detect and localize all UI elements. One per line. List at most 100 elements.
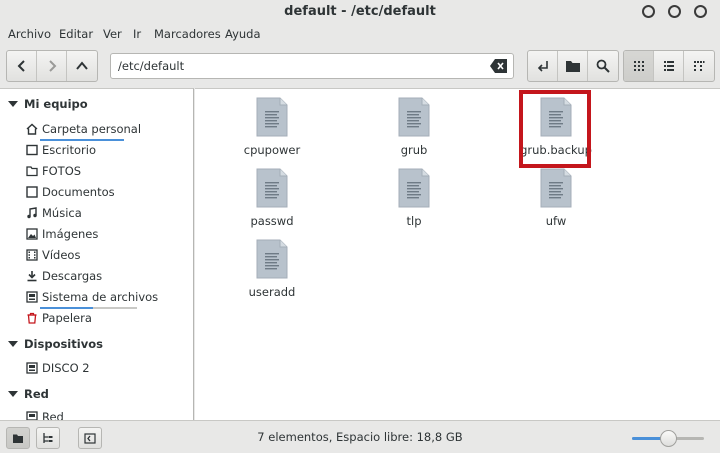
expand-arrow-icon — [8, 101, 18, 107]
sidebar-item-label: Papelera — [42, 311, 92, 325]
zoom-slider[interactable] — [632, 430, 704, 447]
drive-icon — [26, 362, 38, 374]
expand-arrow-icon — [8, 391, 18, 397]
sidebar-item-descargas[interactable]: Descargas — [26, 267, 102, 285]
icon-view-button[interactable] — [624, 51, 654, 81]
file-item[interactable]: useradd — [229, 231, 315, 301]
sidebar-item-label: Descargas — [42, 269, 103, 283]
search-button[interactable] — [588, 51, 618, 81]
compact-view-button[interactable] — [684, 51, 714, 81]
sidebar-item-videos[interactable]: Vídeos — [26, 246, 80, 264]
file-item[interactable]: tlp — [371, 160, 457, 230]
location-path: /etc/default — [118, 59, 185, 73]
chevron-up-icon — [76, 61, 88, 70]
back-button[interactable] — [7, 51, 37, 81]
file-name: tlp — [406, 214, 422, 228]
sidebar-item-documentos[interactable]: Documentos — [26, 183, 115, 201]
clear-icon[interactable] — [490, 58, 508, 74]
open-folder-button[interactable] — [558, 51, 588, 81]
chevron-right-icon — [48, 60, 56, 72]
file-view: cpupower grub grub.backup passwd tlp ufw usera… — [195, 88, 720, 420]
compact-view-icon — [694, 61, 705, 71]
text-file-icon — [256, 239, 288, 279]
menu-bar: Archivo Editar Ver Ir Marcadores Ayuda — [0, 24, 720, 46]
home-icon — [26, 123, 38, 135]
sidebar-item-label: Red — [42, 410, 64, 420]
menu-editar[interactable]: Editar — [59, 27, 93, 41]
sidebar-item-label: Documentos — [42, 185, 115, 199]
window-title: default - /etc/default — [284, 4, 436, 19]
menu-archivo[interactable]: Archivo — [8, 27, 51, 41]
sidebar-item-label: Carpeta personal — [42, 122, 142, 136]
sidebar-item-sistema-de-archivos[interactable]: Sistema de archivos — [26, 288, 158, 306]
toolbar: /etc/default — [0, 46, 720, 88]
file-item[interactable]: cpupower — [229, 89, 315, 159]
menu-ayuda[interactable]: Ayuda — [225, 27, 261, 41]
list-view-button[interactable] — [654, 51, 684, 81]
documents-icon — [26, 186, 38, 198]
file-name: cpupower — [243, 143, 301, 157]
text-file-icon — [540, 168, 572, 208]
list-view-icon — [663, 61, 674, 71]
file-item[interactable]: passwd — [229, 160, 315, 230]
section-title: Red — [24, 387, 49, 401]
filesystem-icon — [26, 291, 38, 303]
file-name: passwd — [250, 214, 294, 228]
tools-buttons — [527, 50, 619, 82]
file-name: useradd — [248, 285, 296, 299]
location-bar[interactable]: /etc/default — [110, 53, 514, 79]
forward-button[interactable] — [37, 51, 67, 81]
section-dispositivos[interactable]: Dispositivos — [8, 337, 103, 351]
sidebar-item-fotos[interactable]: FOTOS — [26, 162, 81, 180]
toggle-location-button[interactable] — [528, 51, 558, 81]
sidebar-item-carpeta-personal[interactable]: Carpeta personal — [26, 120, 141, 138]
sidebar-item-escritorio[interactable]: Escritorio — [26, 141, 96, 159]
file-name: grub — [400, 143, 428, 157]
trash-icon — [26, 312, 38, 324]
menu-ver[interactable]: Ver — [103, 27, 122, 41]
file-name: ufw — [545, 214, 567, 228]
file-item[interactable]: ufw — [513, 160, 599, 230]
status-bar: 7 elementos, Espacio libre: 18,8 GB — [0, 420, 720, 453]
expand-arrow-icon — [8, 341, 18, 347]
sidebar-item-label: Escritorio — [42, 143, 97, 157]
sidebar-item-imagenes[interactable]: Imágenes — [26, 225, 98, 243]
sidebar-item-label: Sistema de archivos — [42, 290, 159, 304]
downloads-icon — [26, 270, 38, 282]
text-file-icon — [256, 97, 288, 137]
search-icon — [596, 59, 610, 73]
chevron-left-icon — [17, 60, 25, 72]
videos-icon — [26, 249, 38, 261]
close-button[interactable] — [694, 5, 707, 18]
text-file-icon — [398, 97, 430, 137]
status-text: 7 elementos, Espacio libre: 18,8 GB — [257, 430, 463, 444]
menu-ir[interactable]: Ir — [133, 27, 141, 41]
sidebar-item-papelera[interactable]: Papelera — [26, 309, 92, 327]
sidebar-item-label: Imágenes — [42, 227, 99, 241]
sidebar-item-musica[interactable]: Música — [26, 204, 82, 222]
sidebar-item-disco-2[interactable]: DISCO 2 — [26, 359, 90, 377]
text-file-icon — [398, 168, 430, 208]
sidebar-item-label: Música — [42, 206, 82, 220]
section-title: Mi equipo — [24, 97, 88, 111]
pictures-icon — [26, 228, 38, 240]
section-mi-equipo[interactable]: Mi equipo — [8, 97, 88, 111]
up-button[interactable] — [67, 51, 97, 81]
sidebar-item-label: FOTOS — [42, 164, 82, 178]
sidebar-item-red[interactable]: Red — [26, 408, 64, 420]
folder-icon — [26, 165, 38, 177]
maximize-button[interactable] — [668, 5, 681, 18]
sidebar-item-label: Vídeos — [42, 248, 81, 262]
highlight-box — [519, 90, 591, 168]
section-title: Dispositivos — [24, 337, 103, 351]
section-red[interactable]: Red — [8, 387, 49, 401]
navigation-buttons — [6, 50, 98, 82]
text-file-icon — [256, 168, 288, 208]
sidebar-item-label: DISCO 2 — [42, 361, 90, 375]
zoom-slider-handle[interactable] — [660, 430, 677, 447]
folder-icon — [565, 61, 580, 72]
music-icon — [26, 207, 38, 219]
file-item[interactable]: grub — [371, 89, 457, 159]
menu-marcadores[interactable]: Marcadores — [154, 27, 221, 41]
minimize-button[interactable] — [642, 5, 655, 18]
